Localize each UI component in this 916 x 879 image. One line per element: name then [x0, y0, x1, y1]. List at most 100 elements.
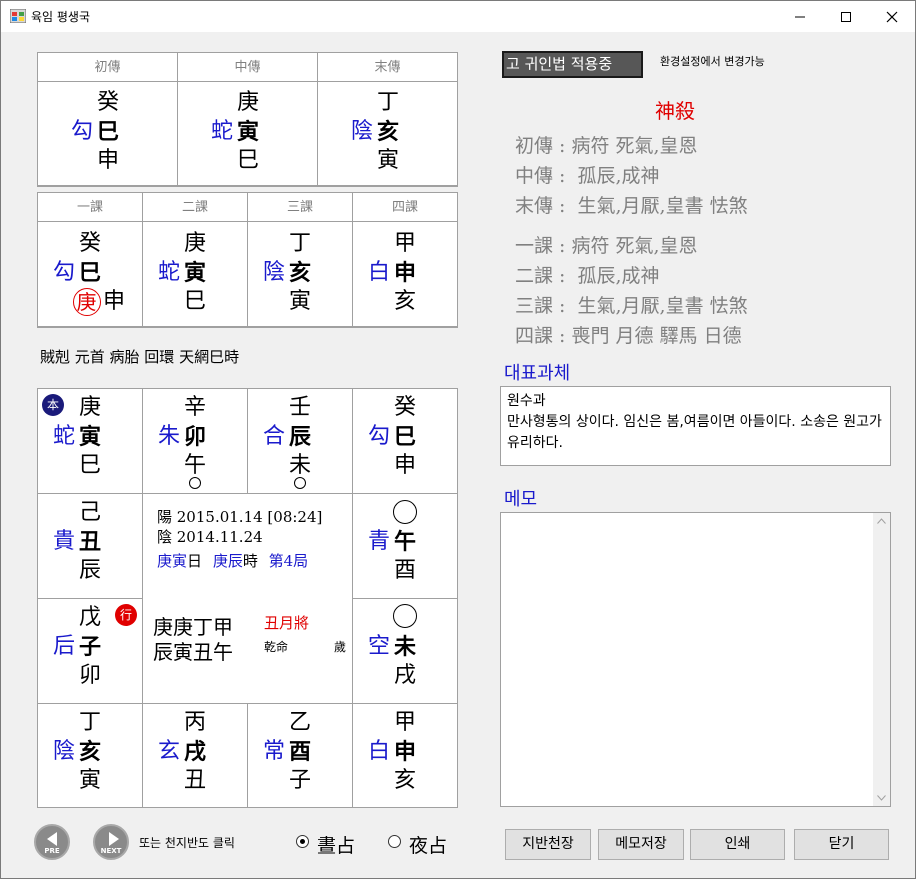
guk-number: 第4局	[268, 552, 309, 570]
general: 后	[52, 634, 75, 659]
board-cell-myo[interactable]: 戊 行 后 子 卯	[38, 599, 143, 704]
title-bar: 육임 평생국	[1, 1, 915, 32]
general: 朱	[157, 424, 180, 449]
board-cell-o[interactable]: 辛 朱 卯 午	[143, 389, 248, 494]
maximize-icon	[841, 12, 851, 22]
print-button[interactable]: 인쇄	[690, 829, 785, 860]
day-suffix: 日	[187, 552, 203, 570]
stem: 癸	[96, 90, 119, 115]
board-cell-yu[interactable]: 青 午 酉	[353, 494, 457, 599]
sinsal-ke-3: 三課 : 生氣,月厭,皇書 怯煞	[515, 295, 748, 317]
sinsal-chuan-2: 中傳 : 孤辰,成神	[515, 165, 660, 187]
board-cell-sin[interactable]: 癸 勾 巳 申	[353, 389, 457, 494]
night-radio[interactable]	[388, 835, 401, 848]
sagwa-table: 一課 癸 勾 巳 庚 申 二課 庚 蛇 寅 巳 三課 丁 陰 亥 寅 四課 甲 …	[37, 192, 458, 328]
scroll-up-icon[interactable]	[877, 518, 886, 524]
stem: 甲	[393, 231, 416, 256]
heaven-branch: 寅	[78, 424, 101, 450]
earth-branch: 巳	[183, 289, 206, 314]
heaven-branch: 未	[393, 634, 416, 660]
sagwa-header: 四課	[353, 193, 457, 222]
solar-date: 陽 2015.01.14 [08:24]	[157, 508, 323, 526]
heaven-branch: 亥	[78, 739, 101, 765]
gwiin-method-button[interactable]: 고 귀인법 적용중	[502, 51, 643, 78]
stem: 戊	[78, 605, 101, 630]
board-click-hint: 또는 천지반도 클릭	[139, 836, 235, 850]
memo-textarea[interactable]	[500, 512, 891, 807]
maximize-button[interactable]	[823, 1, 869, 32]
samjeon-header: 末傳	[318, 53, 457, 82]
sinsal-ke-4: 四課 : 喪門 月德 驛馬 日德	[515, 325, 742, 347]
close-icon	[886, 11, 898, 23]
stem: 癸	[393, 395, 416, 420]
hour-suffix: 時	[242, 552, 258, 570]
month-general: 丑月將	[264, 614, 310, 632]
circled-stem-badge: 庚	[73, 288, 101, 316]
sagwa-header: 一課	[38, 193, 142, 222]
general: 陰	[350, 119, 373, 144]
stem: 丁	[78, 710, 101, 735]
heaven-branch: 戌	[183, 739, 206, 765]
close-button[interactable]: 닫기	[794, 829, 889, 860]
heaven-branch: 丑	[78, 529, 101, 555]
jibancheon-button[interactable]: 지반천장	[505, 829, 591, 860]
radio-selected-dot	[300, 839, 305, 844]
board-cell-ja[interactable]: 乙 常 酉 子	[248, 704, 353, 807]
gender-label: 乾命	[264, 640, 289, 654]
minimize-icon	[795, 16, 805, 18]
earth-branch: 申	[102, 289, 125, 314]
earth-branch: 辰	[78, 558, 101, 583]
heaven-branch: 申	[393, 260, 416, 286]
age-label: 歲	[334, 640, 347, 654]
board-cell-si[interactable]: 本 庚 蛇 寅 巳	[38, 389, 143, 494]
lunar-date: 陰 2014.11.24	[157, 528, 263, 546]
stem: 乙	[288, 710, 311, 735]
earth-branch: 巳	[236, 148, 259, 173]
stem: 己	[78, 500, 101, 525]
representative-box[interactable]: 원수과 만사형통의 상이다. 임신은 봄,여름이면 아들이다. 소송은 원고가 …	[500, 386, 891, 466]
samjeon-initial: 初傳 癸 勾 巳 申	[38, 53, 178, 186]
prev-button[interactable]: PRE	[34, 824, 70, 860]
samjeon-header: 初傳	[38, 53, 177, 82]
board-cell-mi[interactable]: 壬 合 辰 未	[248, 389, 353, 494]
stem: 庚	[183, 231, 206, 256]
save-memo-button[interactable]: 메모저장	[598, 829, 684, 860]
next-button[interactable]: NEXT	[93, 824, 129, 860]
cheonjiban-board[interactable]: 本 庚 蛇 寅 巳 辛 朱 卯 午 壬 合 辰 未 癸 勾 巳 申 己 貴 丑 …	[37, 388, 458, 808]
board-cell-jin[interactable]: 己 貴 丑 辰	[38, 494, 143, 599]
day-radio[interactable]	[296, 835, 309, 848]
night-radio-label[interactable]: 夜占	[409, 831, 447, 858]
samjeon-header: 中傳	[178, 53, 317, 82]
memo-label: 메모	[504, 489, 538, 510]
arrow-left-icon	[47, 832, 57, 846]
close-window-button[interactable]	[869, 1, 915, 32]
board-cell-chuk[interactable]: 丙 玄 戌 丑	[143, 704, 248, 807]
earth-branch: 申	[96, 148, 119, 173]
minimize-button[interactable]	[777, 1, 823, 32]
general: 蛇	[210, 119, 233, 144]
board-cell-in[interactable]: 丁 陰 亥 寅	[38, 704, 143, 807]
earth-branch: 寅	[78, 768, 101, 793]
stem: 庚	[78, 395, 101, 420]
day-pillar: 庚寅	[157, 552, 188, 570]
action-badge: 行	[115, 604, 137, 626]
heaven-branch: 辰	[288, 424, 311, 450]
heaven-branch: 亥	[288, 260, 311, 286]
general: 蛇	[157, 260, 180, 285]
earth-branch: 酉	[393, 558, 416, 583]
heaven-branch: 申	[393, 739, 416, 765]
app-icon	[10, 9, 26, 23]
scroll-down-icon[interactable]	[877, 795, 886, 801]
memo-scrollbar[interactable]	[873, 513, 890, 806]
general: 合	[262, 424, 285, 449]
general: 常	[262, 739, 285, 764]
board-cell-hae[interactable]: 甲 白 申 亥	[353, 704, 457, 807]
stem: 辛	[183, 395, 206, 420]
sagwa-first: 一課 癸 勾 巳 庚 申	[38, 193, 143, 327]
earth-branch: 巳	[78, 453, 101, 478]
earth-branch: 戌	[393, 663, 416, 688]
board-cell-sul[interactable]: 空 未 戌	[353, 599, 457, 704]
heaven-branch: 巳	[393, 424, 416, 450]
day-radio-label[interactable]: 晝占	[317, 831, 355, 858]
stem: 丙	[183, 710, 206, 735]
